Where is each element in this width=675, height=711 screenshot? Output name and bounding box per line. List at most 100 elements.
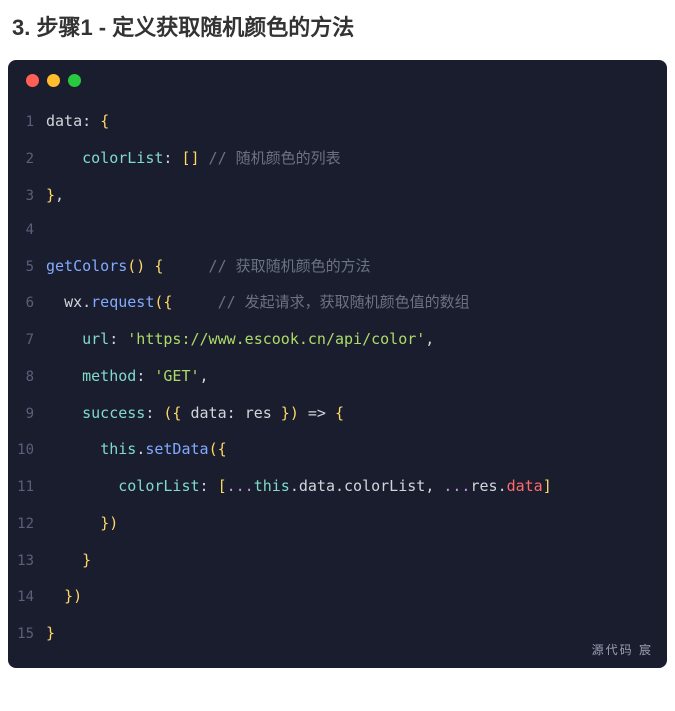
line-content: }) — [46, 505, 667, 542]
line-content: data: { — [46, 103, 667, 140]
line-number: 7 — [8, 323, 46, 357]
code-token: : — [136, 367, 154, 385]
code-area: 1data: {2 colorList: [] // 随机颜色的列表3},45g… — [8, 93, 667, 668]
code-token: } — [82, 551, 91, 569]
window-titlebar — [8, 60, 667, 93]
code-token: ] — [543, 477, 552, 495]
code-token: ({ — [163, 404, 190, 422]
code-token: } — [46, 624, 55, 642]
code-line: 15} — [8, 615, 667, 652]
line-content: } — [46, 615, 667, 652]
code-token: : — [82, 112, 100, 130]
code-token: request — [91, 293, 154, 311]
code-token: colorList — [82, 149, 163, 167]
line-number: 6 — [8, 286, 46, 320]
code-token: . — [335, 477, 344, 495]
code-token: data — [191, 404, 227, 422]
code-token: , — [425, 330, 434, 348]
code-line: 4 — [8, 213, 667, 247]
code-token: data — [507, 477, 543, 495]
code-token: , — [55, 186, 64, 204]
code-token: this — [254, 477, 290, 495]
code-token — [46, 404, 82, 422]
code-token: : — [200, 477, 218, 495]
code-token: , — [425, 477, 443, 495]
code-line: 5getColors() { // 获取随机颜色的方法 — [8, 248, 667, 285]
line-content: colorList: [] // 随机颜色的列表 — [46, 140, 667, 177]
code-token: colorList — [344, 477, 425, 495]
code-token: { — [335, 404, 344, 422]
line-content: }) — [46, 578, 667, 615]
line-number: 10 — [8, 433, 46, 467]
code-token: // 发起请求，获取随机颜色值的数组 — [172, 293, 469, 311]
line-content: wx.request({ // 发起请求，获取随机颜色值的数组 — [46, 284, 667, 321]
line-number: 14 — [8, 580, 46, 614]
code-token: ({ — [154, 293, 172, 311]
code-token — [46, 149, 82, 167]
line-number: 3 — [8, 179, 46, 213]
code-token: res — [470, 477, 497, 495]
line-number: 1 — [8, 105, 46, 139]
code-token: }) — [272, 404, 299, 422]
code-token: . — [498, 477, 507, 495]
line-content: } — [46, 542, 667, 579]
code-token: setData — [145, 440, 208, 458]
line-content: success: ({ data: res }) => { — [46, 395, 667, 432]
minimize-dot-icon — [47, 74, 60, 87]
code-token: colorList — [118, 477, 199, 495]
code-line: 10 this.setData({ — [8, 431, 667, 468]
code-line: 13 } — [8, 542, 667, 579]
code-token: }) — [100, 514, 118, 532]
code-line: 12 }) — [8, 505, 667, 542]
code-line: 11 colorList: [...this.data.colorList, .… — [8, 468, 667, 505]
code-token: this — [100, 440, 136, 458]
line-content: getColors() { // 获取随机颜色的方法 — [46, 248, 667, 285]
code-token: : — [163, 149, 181, 167]
line-content: url: 'https://www.escook.cn/api/color', — [46, 321, 667, 358]
line-number: 8 — [8, 360, 46, 394]
code-token: }) — [64, 587, 82, 605]
code-token: url — [82, 330, 109, 348]
code-line: 14 }) — [8, 578, 667, 615]
code-token: } — [46, 186, 55, 204]
code-line: 2 colorList: [] // 随机颜色的列表 — [8, 140, 667, 177]
code-token: data — [46, 112, 82, 130]
code-token: [] — [181, 149, 199, 167]
code-token: ({ — [209, 440, 227, 458]
code-token — [46, 440, 100, 458]
code-token: , — [200, 367, 209, 385]
line-content: colorList: [...this.data.colorList, ...r… — [46, 468, 667, 505]
code-token: : — [145, 404, 163, 422]
section-heading: 3. 步骤1 - 定义获取随机颜色的方法 — [0, 0, 675, 60]
line-number: 2 — [8, 142, 46, 176]
code-token: . — [136, 440, 145, 458]
code-token — [46, 514, 100, 532]
code-line: 1data: { — [8, 103, 667, 140]
code-token: getColors — [46, 257, 127, 275]
line-number: 4 — [8, 213, 46, 247]
code-line: 6 wx.request({ // 发起请求，获取随机颜色值的数组 — [8, 284, 667, 321]
code-token: ... — [443, 477, 470, 495]
code-token — [46, 367, 82, 385]
code-line: 3}, — [8, 177, 667, 214]
code-line: 7 url: 'https://www.escook.cn/api/color'… — [8, 321, 667, 358]
code-token — [46, 293, 64, 311]
code-line: 9 success: ({ data: res }) => { — [8, 395, 667, 432]
code-token: : — [227, 404, 245, 422]
code-token — [46, 330, 82, 348]
code-token — [46, 587, 64, 605]
code-token — [46, 551, 82, 569]
watermark-text: 源代码 宸 — [592, 641, 653, 658]
code-token: [ — [218, 477, 227, 495]
code-token: : — [109, 330, 127, 348]
line-content: method: 'GET', — [46, 358, 667, 395]
code-token: method — [82, 367, 136, 385]
code-token: success — [82, 404, 145, 422]
maximize-dot-icon — [68, 74, 81, 87]
code-token: // 随机颜色的列表 — [200, 149, 341, 167]
code-token: => — [299, 404, 335, 422]
line-content: }, — [46, 177, 667, 214]
code-token: () — [127, 257, 145, 275]
code-token: { — [100, 112, 109, 130]
line-number: 11 — [8, 470, 46, 504]
